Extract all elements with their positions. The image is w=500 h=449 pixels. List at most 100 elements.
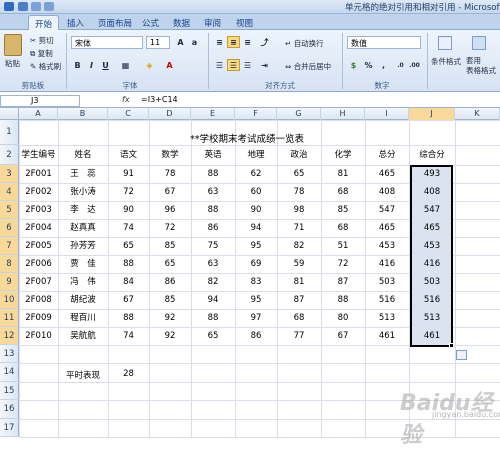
fill-color-icon[interactable]: ◈ [143, 59, 156, 71]
table-cell[interactable]: 416 [365, 255, 409, 273]
table-cell[interactable]: 胡纪波 [58, 291, 108, 309]
table-cell[interactable]: 67 [321, 327, 365, 345]
row-header-13[interactable]: 13 [0, 345, 19, 363]
row-header-8[interactable]: 8 [0, 255, 19, 273]
table-cell[interactable]: 95 [235, 291, 277, 309]
table-cell[interactable]: 88 [191, 309, 235, 327]
font-name-combo[interactable]: 宋体 [71, 36, 143, 49]
table-cell[interactable]: 87 [277, 291, 321, 309]
header-cell[interactable]: 姓名 [58, 145, 108, 165]
table-cell[interactable]: 65 [191, 327, 235, 345]
header-cell[interactable]: 总分 [365, 145, 409, 165]
table-cell[interactable]: 63 [191, 183, 235, 201]
conditional-format-button[interactable]: 条件格式 [431, 56, 461, 67]
table-format-button[interactable]: 套用 表格格式 [466, 56, 496, 76]
row-header-10[interactable]: 10 [0, 291, 19, 309]
currency-icon[interactable]: $ [347, 59, 360, 71]
table-cell[interactable]: 461 [365, 327, 409, 345]
sheet-title[interactable]: **学校期末考试成绩一览表 [190, 131, 304, 145]
align-middle-icon[interactable]: ≡ [227, 36, 240, 48]
table-format-icon[interactable] [472, 36, 486, 50]
table-cell[interactable]: 62 [235, 165, 277, 183]
table-cell[interactable]: 92 [149, 327, 191, 345]
header-cell[interactable]: 数学 [149, 145, 191, 165]
table-cell[interactable]: 张小涛 [58, 183, 108, 201]
format-painter-button[interactable]: ✎ 格式刷 [30, 61, 61, 72]
table-cell[interactable]: 86 [235, 327, 277, 345]
paste-button[interactable]: 粘贴 [5, 58, 20, 69]
extra-value-cell[interactable]: 28 [108, 369, 149, 379]
composite-score-cell[interactable]: 408 [409, 183, 455, 201]
table-cell[interactable]: 86 [191, 219, 235, 237]
table-cell[interactable]: 94 [235, 219, 277, 237]
table-cell[interactable]: 85 [149, 237, 191, 255]
header-cell[interactable]: 英语 [191, 145, 235, 165]
paste-icon[interactable] [4, 34, 22, 56]
fill-handle[interactable] [449, 343, 454, 348]
table-cell[interactable]: 2F010 [19, 327, 58, 345]
column-header-a[interactable]: A [19, 108, 58, 120]
table-cell[interactable]: 81 [277, 273, 321, 291]
table-cell[interactable]: 516 [365, 291, 409, 309]
copy-button[interactable]: ⧉ 复制 [30, 48, 53, 59]
composite-score-cell[interactable]: 503 [409, 273, 455, 291]
table-cell[interactable]: 513 [365, 309, 409, 327]
table-cell[interactable]: 68 [277, 309, 321, 327]
table-cell[interactable]: 2F005 [19, 237, 58, 255]
composite-score-cell[interactable]: 453 [409, 237, 455, 255]
table-cell[interactable]: 88 [108, 255, 149, 273]
composite-score-cell[interactable]: 465 [409, 219, 455, 237]
table-cell[interactable]: 97 [235, 309, 277, 327]
formula-input[interactable]: =I3+C14 [141, 95, 178, 104]
table-cell[interactable]: 65 [108, 237, 149, 255]
table-cell[interactable]: 95 [235, 237, 277, 255]
row-header-4[interactable]: 4 [0, 183, 19, 201]
row-header-12[interactable]: 12 [0, 327, 19, 345]
table-cell[interactable]: 87 [321, 273, 365, 291]
column-header-e[interactable]: E [191, 108, 235, 120]
row-header-5[interactable]: 5 [0, 201, 19, 219]
table-cell[interactable]: 408 [365, 183, 409, 201]
table-cell[interactable]: 85 [321, 201, 365, 219]
table-cell[interactable]: 88 [191, 201, 235, 219]
tab-review[interactable]: 审阅 [198, 15, 227, 30]
shrink-font-icon[interactable]: a [188, 36, 201, 48]
table-cell[interactable]: 51 [321, 237, 365, 255]
row-header-2[interactable]: 2 [0, 145, 19, 165]
name-box[interactable]: J3 [0, 95, 80, 107]
column-header-j[interactable]: J [409, 108, 455, 120]
table-cell[interactable]: 547 [365, 201, 409, 219]
column-header-g[interactable]: G [277, 108, 321, 120]
table-cell[interactable]: 465 [365, 219, 409, 237]
table-cell[interactable]: 75 [191, 237, 235, 255]
table-cell[interactable]: 78 [277, 183, 321, 201]
number-format-combo[interactable]: 数值 [347, 36, 421, 49]
comma-icon[interactable]: , [377, 59, 390, 71]
table-cell[interactable]: 2F002 [19, 183, 58, 201]
table-cell[interactable]: 李 达 [58, 201, 108, 219]
table-cell[interactable]: 65 [149, 255, 191, 273]
table-cell[interactable]: 71 [277, 219, 321, 237]
table-cell[interactable]: 80 [321, 309, 365, 327]
table-cell[interactable]: 453 [365, 237, 409, 255]
table-cell[interactable]: 2F008 [19, 291, 58, 309]
redo-icon[interactable] [44, 2, 54, 11]
header-cell[interactable]: 地理 [235, 145, 277, 165]
table-cell[interactable]: 72 [321, 255, 365, 273]
align-top-icon[interactable]: ≡ [213, 36, 226, 48]
table-cell[interactable]: 86 [149, 273, 191, 291]
table-cell[interactable]: 2F004 [19, 219, 58, 237]
paste-options-icon[interactable] [456, 350, 467, 360]
table-cell[interactable]: 96 [149, 201, 191, 219]
row-header-16[interactable]: 16 [0, 400, 19, 419]
composite-score-cell[interactable]: 516 [409, 291, 455, 309]
table-cell[interactable]: 94 [191, 291, 235, 309]
table-cell[interactable]: 88 [321, 291, 365, 309]
table-cell[interactable]: 85 [149, 291, 191, 309]
extra-label-cell[interactable]: 平时表现 [58, 369, 108, 381]
table-cell[interactable]: 77 [277, 327, 321, 345]
column-header-b[interactable]: B [58, 108, 108, 120]
column-header-i[interactable]: I [365, 108, 409, 120]
font-size-combo[interactable]: 11 [146, 36, 170, 49]
percent-icon[interactable]: % [362, 59, 375, 71]
